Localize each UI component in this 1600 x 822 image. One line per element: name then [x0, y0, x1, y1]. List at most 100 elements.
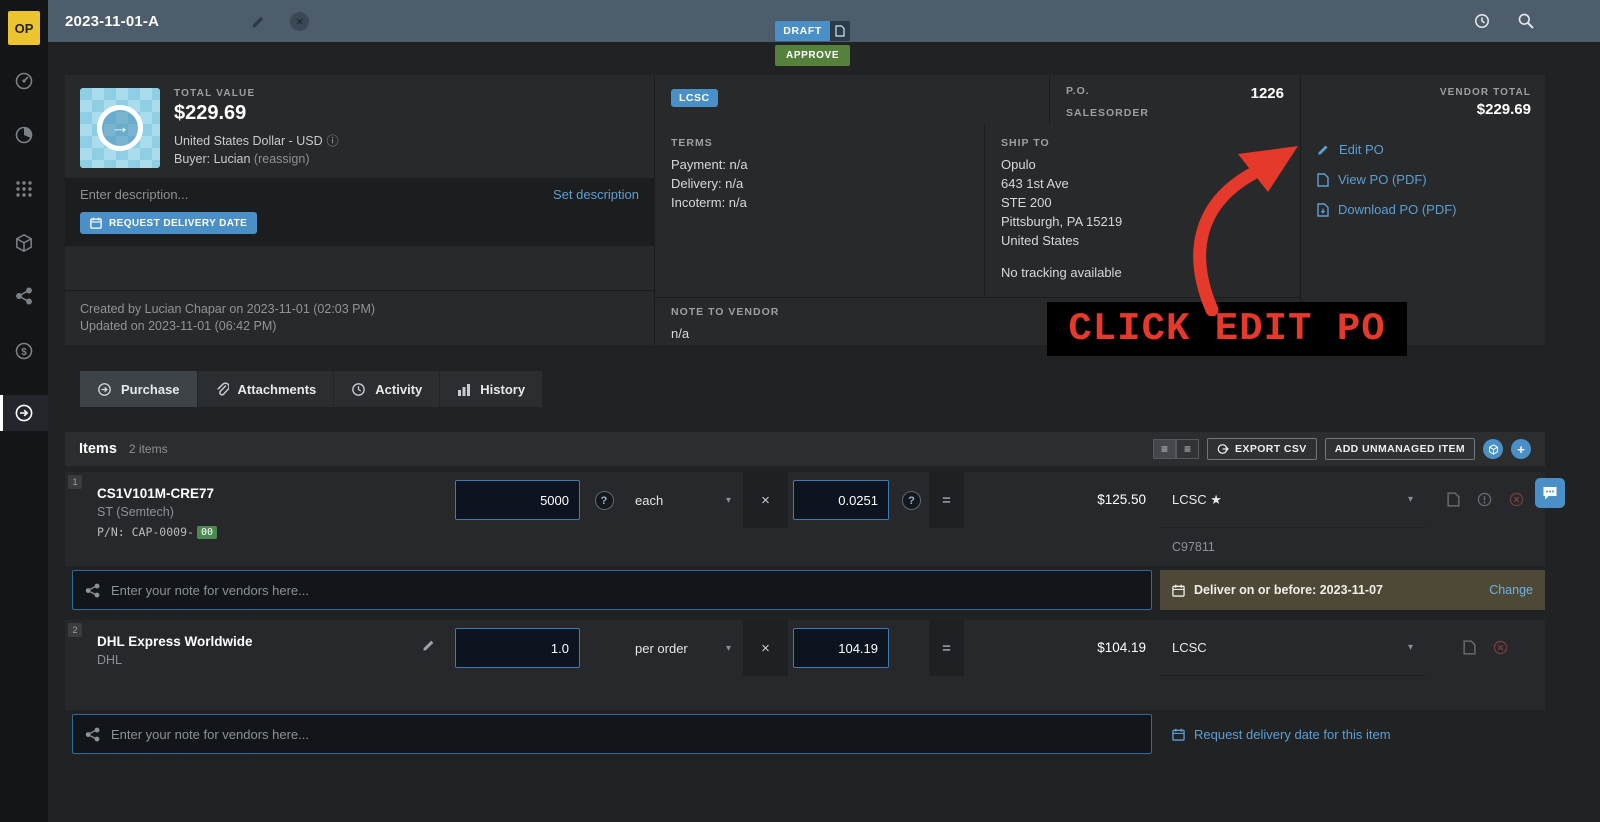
tab-activity[interactable]: Activity — [334, 371, 440, 407]
item-index: 2 — [68, 623, 82, 637]
remove-item-icon[interactable] — [1493, 640, 1508, 655]
view-po-pdf-link[interactable]: View PO (PDF) — [1317, 172, 1531, 187]
price-cell — [788, 472, 894, 566]
tab-purchase[interactable]: Purchase — [80, 371, 198, 407]
item-manufacturer: DHL — [97, 653, 253, 667]
unit-price-input[interactable] — [793, 628, 889, 668]
item-notes-icon[interactable] — [1447, 492, 1460, 507]
share-icon — [85, 727, 100, 742]
item-row: 1 CS1V101M-CRE77 ST (Semtech) P/N: CAP-0… — [65, 472, 1545, 610]
add-item-button[interactable]: + — [1511, 439, 1531, 459]
calendar-icon — [1172, 584, 1185, 597]
export-csv-button[interactable]: EXPORT CSV — [1207, 438, 1317, 460]
add-managed-item-button[interactable] — [1483, 439, 1503, 459]
status-stack: DRAFT APPROVE — [775, 21, 850, 66]
tab-bar: Purchase Attachments Activity History — [80, 371, 543, 407]
arrow-circle-icon: → — [97, 105, 143, 151]
annotation-callout: CLICK EDIT PO — [1047, 302, 1407, 356]
approve-button[interactable]: APPROVE — [775, 45, 850, 66]
item-name-cell: 1 CS1V101M-CRE77 ST (Semtech) P/N: CAP-0… — [65, 472, 450, 566]
item-part-number: P/N: CAP-0009- 00 — [97, 525, 436, 539]
terms-delivery: Delivery: n/a — [671, 174, 968, 193]
buyer-line: Buyer: Lucian (reassign) — [174, 150, 339, 168]
edit-po-link[interactable]: Edit PO — [1317, 142, 1531, 157]
vendor-select[interactable]: LCSC ★ ▾ — [1160, 472, 1425, 528]
chevron-down-icon: ▾ — [1408, 642, 1413, 653]
total-value: $229.69 — [174, 102, 339, 125]
revision-chip: 00 — [197, 526, 217, 539]
app-logo[interactable]: OP — [8, 11, 40, 45]
vendor-note-input[interactable] — [111, 727, 1139, 742]
description-input[interactable] — [80, 187, 553, 202]
unit-select[interactable]: per order ▾ — [623, 620, 743, 676]
draft-label: DRAFT — [775, 21, 830, 41]
item-alert-icon[interactable] — [1477, 492, 1492, 507]
reassign-link[interactable]: (reassign) — [254, 152, 310, 166]
po-avatar: → — [80, 88, 160, 168]
tracking-status: No tracking available — [1001, 265, 1284, 280]
vendor-part-number: C97811 — [1160, 528, 1425, 566]
request-delivery-date-button[interactable]: REQUEST DELIVERY DATE — [80, 212, 257, 234]
item-index: 1 — [68, 475, 82, 489]
dashboard-icon[interactable] — [0, 71, 48, 91]
purchasing-icon[interactable] — [0, 395, 48, 431]
quantity-cell — [450, 620, 585, 710]
item-note-row: Deliver on or before: 2023-11-07 Change — [65, 570, 1545, 610]
price-cell — [788, 620, 894, 710]
detail-view-button[interactable]: ≡ — [1176, 439, 1199, 459]
terms-incoterm: Incoterm: n/a — [671, 193, 968, 212]
status-badge: DRAFT — [775, 21, 850, 41]
download-po-pdf-link[interactable]: Download PO (PDF) — [1317, 202, 1531, 217]
remove-item-icon[interactable] — [1509, 492, 1524, 507]
calendar-icon — [1172, 728, 1185, 741]
reports-pie-icon[interactable] — [0, 125, 48, 145]
item-name-cell: 2 DHL Express Worldwide DHL — [65, 620, 450, 710]
chat-button[interactable] — [1535, 478, 1565, 508]
description-area: Set description REQUEST DELIVERY DATE — [65, 178, 654, 246]
chevron-down-icon: ▾ — [726, 495, 731, 506]
search-icon[interactable] — [1517, 12, 1535, 30]
item-row: 2 DHL Express Worldwide DHL per order — [65, 620, 1545, 754]
tab-history[interactable]: History — [440, 371, 543, 407]
po-title: 2023-11-01-A — [65, 13, 159, 30]
set-description-link[interactable]: Set description — [553, 187, 639, 202]
total-value-label: TOTAL VALUE — [174, 88, 339, 99]
audit-footer: Created by Lucian Chapar on 2023-11-01 (… — [65, 290, 654, 345]
delivery-date-text: Deliver on or before: 2023-11-07 — [1194, 583, 1383, 597]
share-icon[interactable] — [0, 287, 48, 307]
rename-po-icon[interactable] — [251, 14, 266, 29]
svg-text:$: $ — [21, 347, 27, 358]
items-count: 2 items — [129, 442, 168, 456]
tab-attachments[interactable]: Attachments — [198, 371, 335, 407]
ship-to-section: SHIP TO Opulo 643 1st Ave STE 200 Pittsb… — [985, 125, 1300, 297]
po-number-cell: P.O. SALESORDER 1226 — [1050, 75, 1300, 125]
info-icon[interactable]: ⓘ — [327, 134, 339, 148]
add-unmanaged-item-button[interactable]: ADD UNMANAGED ITEM — [1325, 438, 1475, 460]
item-name: CS1V101M-CRE77 — [97, 486, 436, 501]
item-notes-icon[interactable] — [1463, 640, 1476, 655]
apps-grid-icon[interactable] — [0, 179, 48, 199]
quantity-help-icon[interactable]: ? — [595, 491, 614, 510]
vendor-total: $229.69 — [1315, 101, 1531, 118]
quantity-cell — [450, 472, 585, 566]
inventory-box-icon[interactable] — [0, 233, 48, 253]
sales-dollar-icon[interactable]: $ — [0, 341, 48, 361]
request-delivery-link[interactable]: Request delivery date for this item — [1194, 727, 1391, 742]
edit-item-icon[interactable] — [422, 638, 436, 652]
vendor-note-field — [72, 714, 1152, 754]
history-icon[interactable] — [1473, 12, 1491, 30]
quantity-input[interactable] — [455, 628, 580, 668]
delete-po-icon[interactable]: × — [290, 12, 309, 31]
vendor-note-input[interactable] — [111, 583, 1139, 598]
topbar-actions — [1473, 12, 1583, 30]
price-help-icon[interactable]: ? — [902, 491, 921, 510]
change-delivery-link[interactable]: Change — [1489, 583, 1533, 597]
vendor-badge[interactable]: LCSC — [671, 89, 718, 107]
compact-view-button[interactable]: ≡ — [1153, 439, 1176, 459]
item-note-row: Request delivery date for this item — [65, 714, 1545, 754]
unit-select[interactable]: each ▾ — [623, 472, 743, 528]
vendor-select[interactable]: LCSC ▾ — [1160, 620, 1425, 676]
multiply-operator: × — [743, 620, 788, 676]
unit-price-input[interactable] — [793, 480, 889, 520]
quantity-input[interactable] — [455, 480, 580, 520]
